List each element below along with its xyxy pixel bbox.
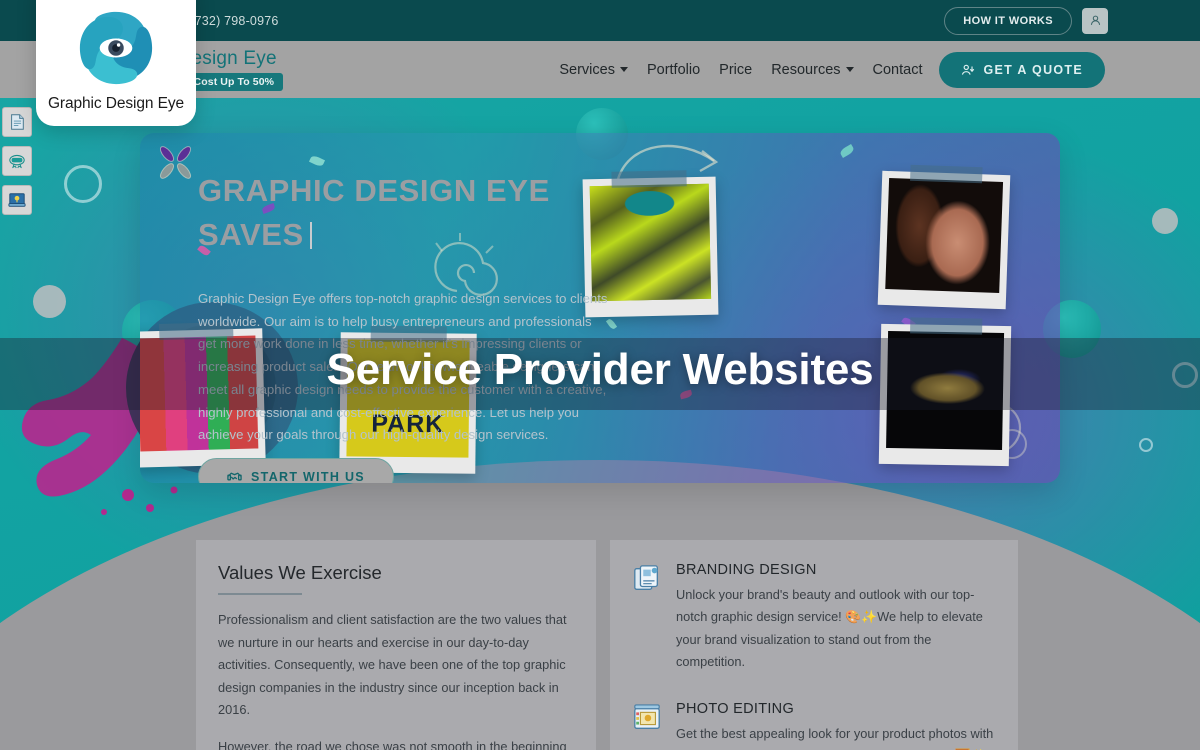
values-paragraph-2: However, the road we chose was not smoot… <box>218 738 567 750</box>
values-title: Values We Exercise <box>218 562 382 583</box>
chevron-down-icon <box>845 67 854 72</box>
petal-1 <box>308 154 326 168</box>
page-root: PARK GRAPHIC DESIGN EYE SAVES Graphic De… <box>0 0 1200 750</box>
decorative-dot-right <box>1152 208 1178 234</box>
service-item-photo-editing: PHOTO EDITING Get the best appealing loo… <box>632 701 996 750</box>
handshake-icon <box>227 472 242 481</box>
values-underline <box>218 593 302 595</box>
badge-icon <box>9 154 25 169</box>
service-item-branding: BRANDING DESIGN Unlock your brand's beau… <box>632 562 996 673</box>
typing-caret <box>309 222 312 250</box>
nav-item-contact[interactable]: Contact <box>873 62 923 78</box>
values-panel: Values We Exercise Professionalism and c… <box>196 540 596 750</box>
doodle-sparkle <box>159 146 192 179</box>
get-a-quote-button[interactable]: GET A QUOTE <box>938 51 1105 88</box>
nav-links: Services Portfolio Price Resources Conta… <box>559 62 922 78</box>
hero-panel: PARK GRAPHIC DESIGN EYE SAVES Graphic De… <box>140 133 1060 483</box>
card-tape <box>909 317 983 335</box>
service-title: BRANDING DESIGN <box>676 562 817 578</box>
model-photo <box>885 178 1004 293</box>
logo-text: Graphic Design Eye <box>47 95 185 112</box>
decorative-ring-left <box>64 165 102 203</box>
branding-icon <box>634 565 658 590</box>
topbar-actions: HOW IT WORKS <box>944 6 1108 35</box>
sidebar-item-badge[interactable] <box>2 146 32 176</box>
logo-card[interactable]: Graphic Design Eye <box>36 0 196 126</box>
start-with-us-button[interactable]: START WITH US <box>198 458 394 483</box>
photo-editing-icon <box>634 704 660 730</box>
user-icon <box>1090 15 1100 25</box>
nav-item-price[interactable]: Price <box>719 62 752 78</box>
decorative-dot-left <box>33 285 66 318</box>
overlay-title: Service Provider Websites <box>326 345 874 394</box>
nav-item-resources[interactable]: Resources <box>771 62 854 78</box>
get-a-quote-label: GET A QUOTE <box>983 62 1083 77</box>
hero-card-model <box>877 164 1011 310</box>
content-area: Values We Exercise Professionalism and c… <box>0 540 1200 750</box>
service-description: Get the best appealing look for your pro… <box>676 726 994 750</box>
sidebar-item-presentation[interactable] <box>2 185 32 215</box>
values-paragraph-1: Professionalism and client satisfaction … <box>218 612 567 718</box>
presentation-icon <box>8 193 26 207</box>
hero-heading: GRAPHIC DESIGN EYE SAVES <box>198 169 628 257</box>
petal-4 <box>838 144 856 158</box>
eye-swirl-logo <box>79 11 153 85</box>
left-sidebar <box>2 107 32 215</box>
services-panel: BRANDING DESIGN Unlock your brand's beau… <box>610 540 1018 750</box>
start-with-us-label: START WITH US <box>251 469 365 484</box>
chevron-down-icon <box>619 67 628 72</box>
decorative-ring-right-small <box>1139 438 1153 452</box>
hero-heading-line2: SAVES <box>198 213 628 257</box>
download-person-icon <box>961 64 974 75</box>
sidebar-item-document[interactable] <box>2 107 32 137</box>
nav-item-services[interactable]: Services <box>559 62 628 78</box>
document-icon <box>11 114 24 130</box>
account-button[interactable] <box>1082 7 1108 34</box>
service-description: Unlock your brand's beauty and outlook w… <box>676 587 983 669</box>
how-it-works-button[interactable]: HOW IT WORKS <box>944 6 1072 35</box>
nav-item-portfolio[interactable]: Portfolio <box>647 62 700 78</box>
card-tape <box>910 164 983 184</box>
hero-heading-line1: GRAPHIC DESIGN EYE <box>198 173 550 208</box>
service-title: PHOTO EDITING <box>676 701 795 718</box>
